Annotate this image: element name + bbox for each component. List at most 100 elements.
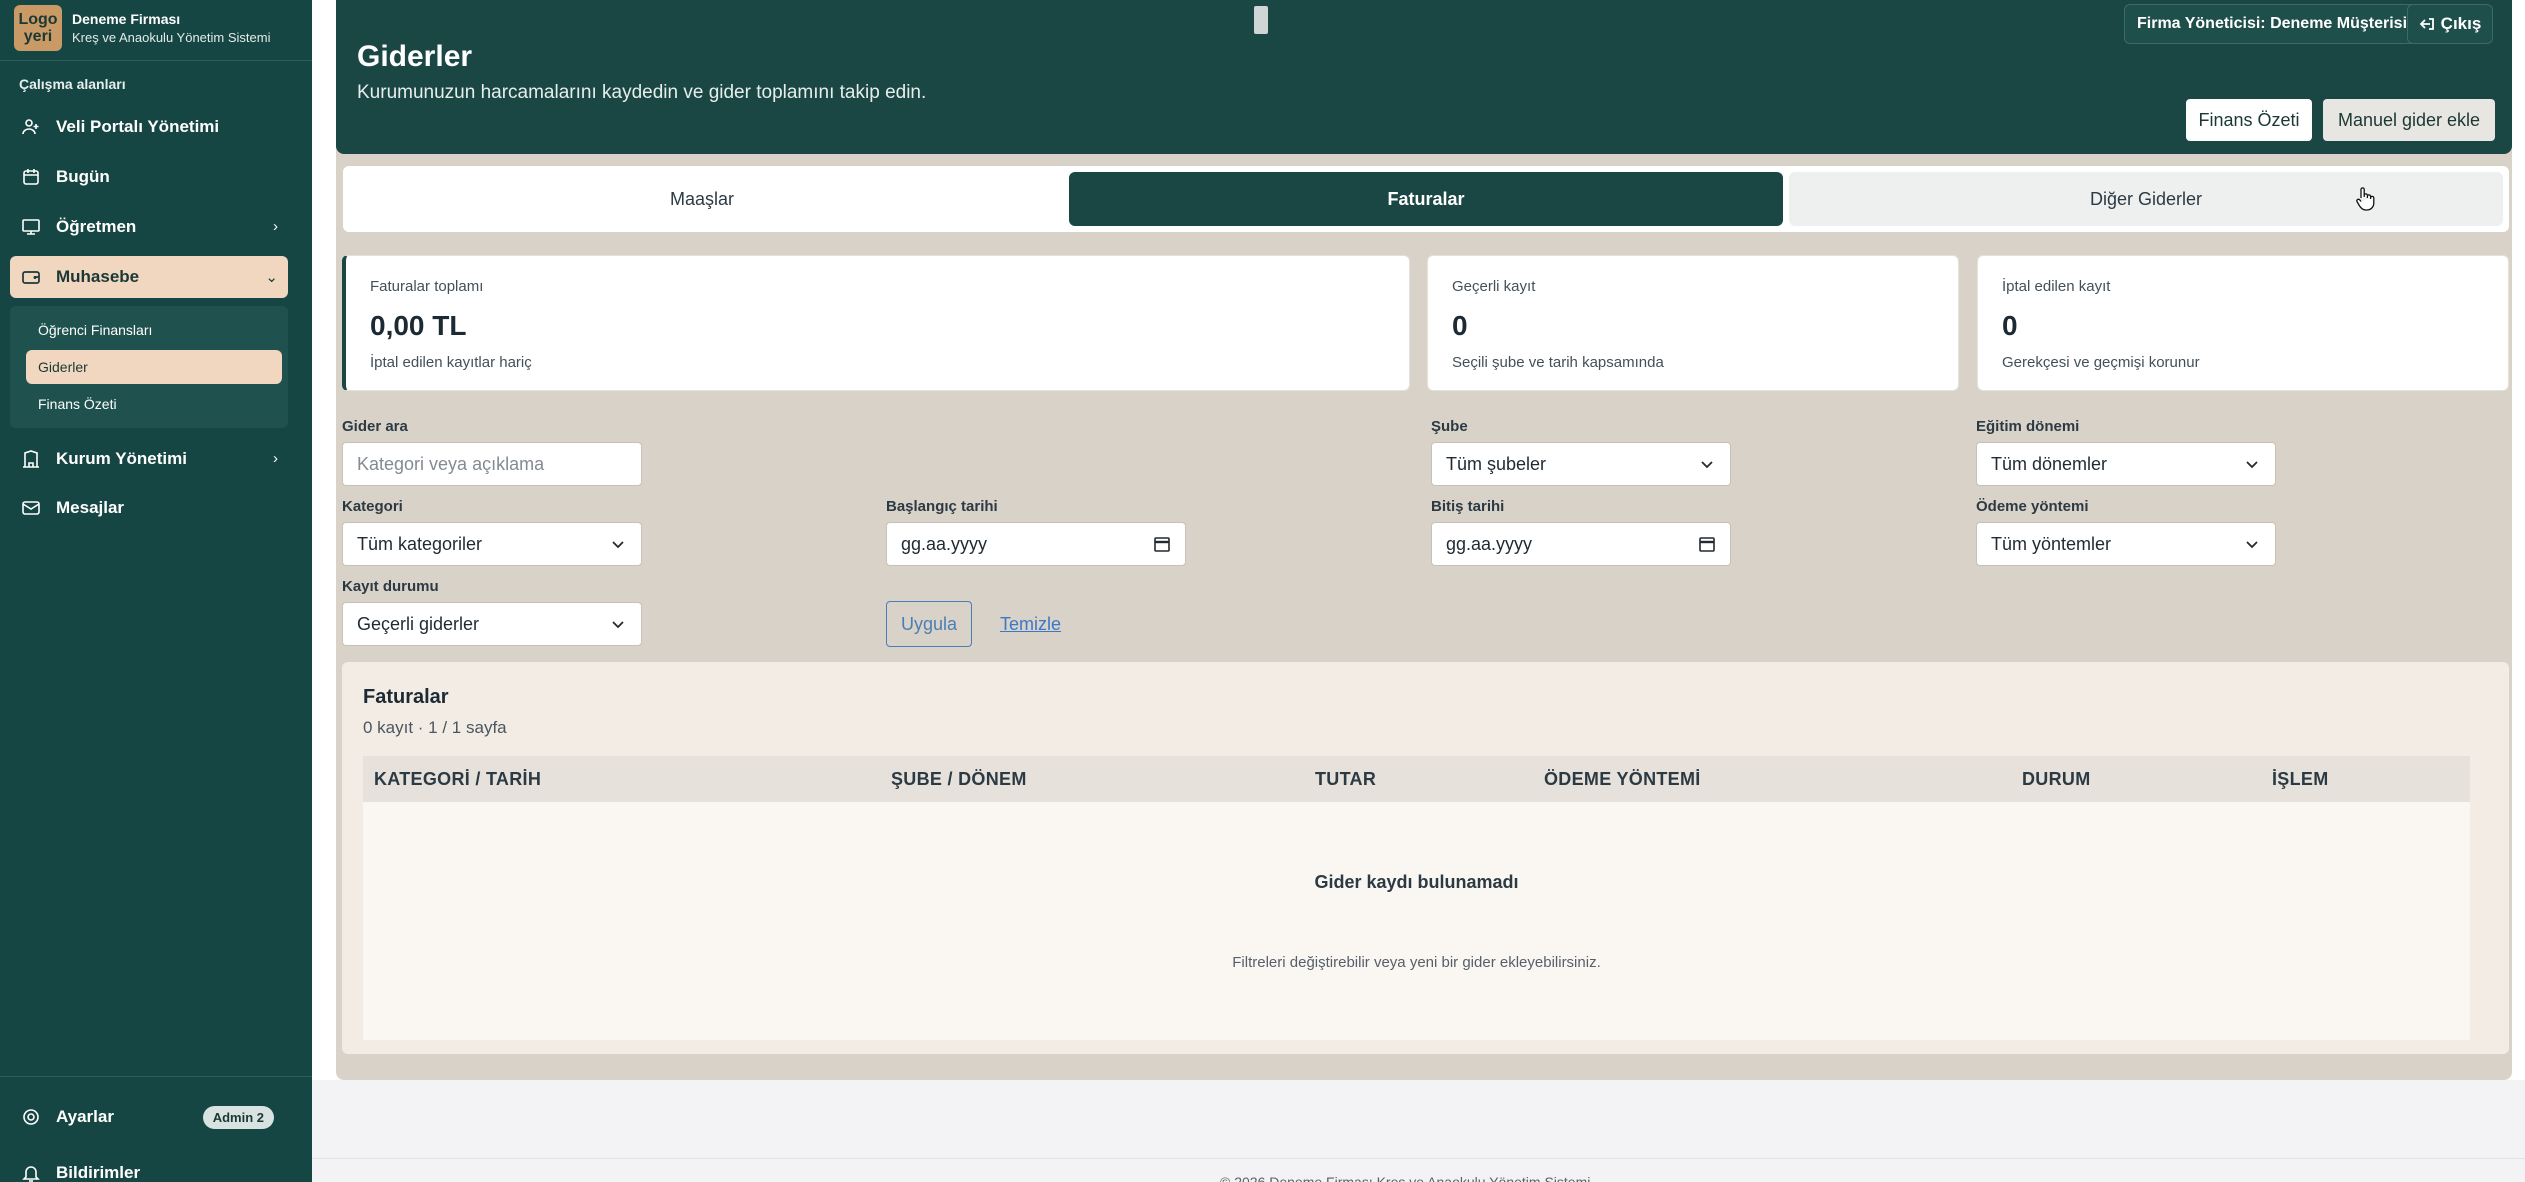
sidebar-item-label: Veli Portalı Yönetimi <box>56 117 220 136</box>
sidebar: Logo yeri Deneme Firması Kreş ve Anaokul… <box>0 0 312 1182</box>
gear-icon <box>18 1104 44 1130</box>
column-header: DURUM <box>2022 769 2091 789</box>
footer-text: © 2026 Deneme Firması Kreş ve Anaokulu Y… <box>1220 1174 1591 1182</box>
sidebar-section-title: Çalışma alanları <box>19 76 126 92</box>
page-title: Giderler <box>357 40 473 73</box>
period-label: Eğitim dönemi <box>1976 418 2080 435</box>
stat-value: 0 <box>1452 310 1468 341</box>
building-icon <box>18 446 44 472</box>
sidebar-item-muhasebe[interactable]: Muhasebe ⌄ <box>10 256 288 298</box>
sidebar-item-mesajlar[interactable]: Mesajlar <box>10 487 288 529</box>
stat-card-invoices-total: Faturalar toplamı 0,00 TL İptal edilen k… <box>342 255 1410 391</box>
empty-state-title: Gider kaydı bulunamadı <box>1314 872 1519 892</box>
chevron-down-icon <box>2246 461 2258 469</box>
stat-note: İptal edilen kayıtlar hariç <box>370 354 532 371</box>
finance-summary-button[interactable]: Finans Özeti <box>2186 99 2312 141</box>
start-date-label: Başlangıç tarihi <box>886 498 998 515</box>
logout-button[interactable]: Çıkış <box>2407 4 2493 44</box>
sidebar-item-label: Kurum Yönetimi <box>56 449 187 468</box>
bell-icon <box>18 1160 44 1182</box>
category-label: Kategori <box>342 498 403 515</box>
page-description: Kurumunuzun harcamalarını kaydedin ve gi… <box>357 82 927 103</box>
calendar-icon[interactable] <box>1153 535 1171 553</box>
sidebar-divider <box>0 1076 312 1077</box>
search-input[interactable]: Kategori veya açıklama <box>342 442 642 486</box>
stat-note: Seçili şube ve tarih kapsamında <box>1452 354 1664 371</box>
period-select[interactable]: Tüm dönemler <box>1976 442 2276 486</box>
stat-card-cancelled-records: İptal edilen kayıt 0 Gerekçesi ve geçmiş… <box>1977 255 2509 391</box>
chevron-down-icon <box>612 541 624 549</box>
stat-card-valid-records: Geçerli kayıt 0 Seçili şube ve tarih kap… <box>1427 255 1959 391</box>
column-header: ÖDEME YÖNTEMİ <box>1544 769 1701 789</box>
admin-badge: Admin 2 <box>202 1106 274 1129</box>
mail-icon <box>18 495 44 521</box>
chevron-down-icon <box>2246 541 2258 549</box>
teacher-icon <box>18 214 44 240</box>
end-date-label: Bitiş tarihi <box>1431 498 1505 515</box>
sidebar-item-veli-portali[interactable]: Veli Portalı Yönetimi <box>10 106 288 148</box>
table-header-row: KATEGORİ / TARİH ŞUBE / DÖNEM TUTAR ÖDEM… <box>363 756 2470 802</box>
tab-diger-giderler[interactable]: Diğer Giderler <box>1789 172 2503 226</box>
sidebar-item-bugun[interactable]: Bugün <box>10 156 288 198</box>
tab-maaslar[interactable]: Maaşlar <box>349 172 1055 226</box>
table-title: Faturalar <box>363 686 449 708</box>
category-select[interactable]: Tüm kategoriler <box>342 522 642 566</box>
user-chip: Firma Yöneticisi: Deneme Müşterisi <box>2124 4 2421 44</box>
clear-link[interactable]: Temizle <box>1000 614 1061 635</box>
apply-button[interactable]: Uygula <box>886 601 972 647</box>
page-footer-area <box>312 1080 2525 1182</box>
status-value: Geçerli giderler <box>357 613 480 634</box>
stat-note: Gerekçesi ve geçmişi korunur <box>2002 354 2200 371</box>
column-header: İŞLEM <box>2272 769 2329 789</box>
sidebar-item-kurum-yonetimi[interactable]: Kurum Yönetimi › <box>10 438 288 480</box>
start-date-input[interactable]: gg.aa.yyyy <box>886 522 1186 566</box>
status-label: Kayıt durumu <box>342 578 439 595</box>
sidebar-item-ogretmen[interactable]: Öğretmen › <box>10 206 288 248</box>
settings-label: Ayarlar <box>56 1107 114 1126</box>
submenu-item-giderler[interactable]: Giderler <box>26 350 282 384</box>
period-value: Tüm dönemler <box>1991 453 2108 474</box>
payment-label: Ödeme yöntemi <box>1976 498 2089 515</box>
tab-faturalar[interactable]: Faturalar <box>1069 172 1783 226</box>
submenu-item-finans-ozeti[interactable]: Finans Özeti <box>26 387 282 421</box>
stat-label: İptal edilen kayıt <box>2002 278 2111 295</box>
brand-subtitle: Kreş ve Anaokulu Yönetim Sistemi <box>72 30 271 45</box>
search-label: Gider ara <box>342 418 408 435</box>
brand[interactable]: Logo yeri Deneme Firması Kreş ve Anaokul… <box>14 4 270 52</box>
payment-value: Tüm yöntemler <box>1991 533 2112 554</box>
logo: Logo yeri <box>14 5 62 51</box>
sidebar-divider <box>0 60 312 61</box>
parents-icon <box>18 114 44 140</box>
sidebar-item-label: Mesajlar <box>56 498 125 517</box>
category-value: Tüm kategoriler <box>357 533 483 554</box>
column-header: TUTAR <box>1315 769 1377 789</box>
calendar-icon <box>18 164 44 190</box>
empty-state-subtitle: Filtreleri değiştirebilir veya yeni bir … <box>1232 954 1601 971</box>
stat-value: 0 <box>2002 310 2018 341</box>
calendar-icon[interactable] <box>1698 535 1716 553</box>
column-header: KATEGORİ / TARİH <box>374 769 542 789</box>
end-date-placeholder: gg.aa.yyyy <box>1446 533 1533 554</box>
submenu-item-ogrenci-finanslari[interactable]: Öğrenci Finansları <box>26 313 282 347</box>
table-body: Gider kaydı bulunamadı Filtreleri değişt… <box>363 802 2470 1040</box>
payment-select[interactable]: Tüm yöntemler <box>1976 522 2276 566</box>
chevron-down-icon <box>1701 461 1713 469</box>
sidebar-item-bildirimler[interactable]: Bildirimler <box>10 1152 288 1182</box>
tab-bar: Maaşlar Faturalar Diğer Giderler <box>343 166 2509 232</box>
add-expense-button[interactable]: Manuel gider ekle <box>2323 99 2495 141</box>
chevron-right-icon: › <box>273 450 278 467</box>
stat-value: 0,00 TL <box>370 310 467 341</box>
hand-cursor-icon <box>2356 187 2375 211</box>
end-date-input[interactable]: gg.aa.yyyy <box>1431 522 1731 566</box>
branch-value: Tüm şubeler <box>1446 453 1547 474</box>
stat-label: Geçerli kayıt <box>1452 278 1536 295</box>
start-date-placeholder: gg.aa.yyyy <box>901 533 988 554</box>
sidebar-item-ayarlar[interactable]: Ayarlar Admin 2 <box>10 1096 288 1138</box>
scroll-indicator[interactable] <box>1254 6 1268 34</box>
branch-select[interactable]: Tüm şubeler <box>1431 442 1731 486</box>
notifications-label: Bildirimler <box>56 1163 141 1182</box>
chevron-down-icon <box>612 621 624 629</box>
status-select[interactable]: Geçerli giderler <box>342 602 642 646</box>
branch-label: Şube <box>1431 418 1468 435</box>
sidebar-item-label: Öğretmen <box>56 217 137 236</box>
